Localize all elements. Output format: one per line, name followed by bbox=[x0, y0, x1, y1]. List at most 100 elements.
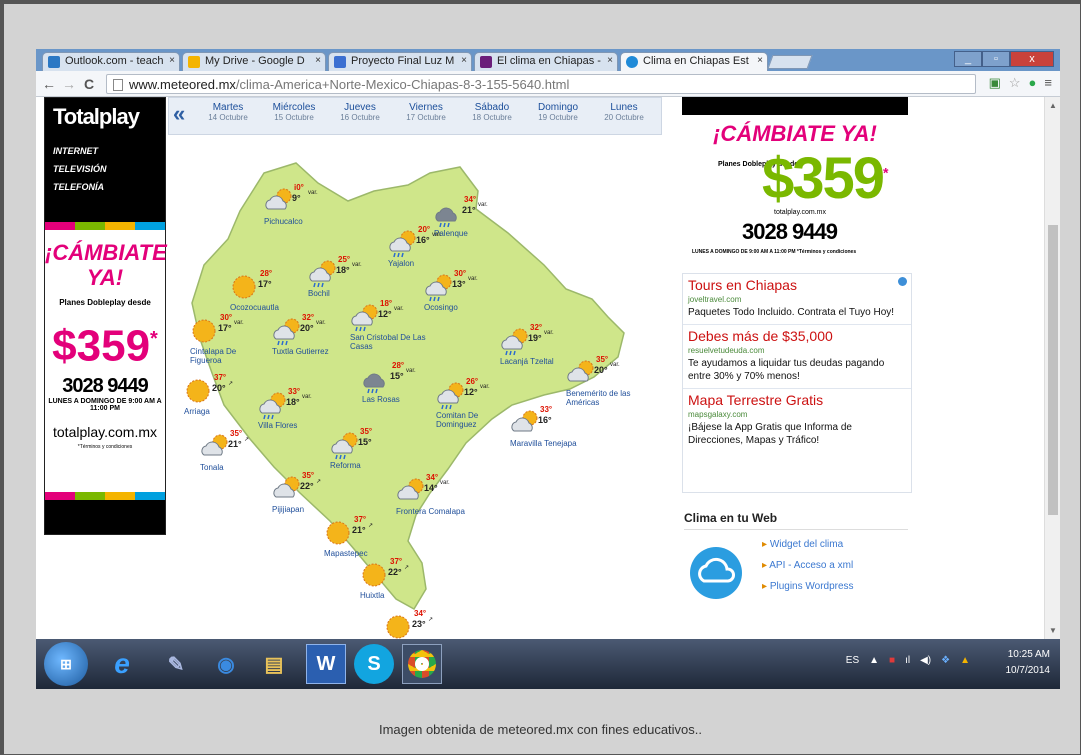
scroll-up-icon[interactable]: ▲ bbox=[1049, 101, 1057, 110]
city-name[interactable]: Tuxtla Gutierrez bbox=[272, 347, 348, 356]
city-name[interactable]: Maravilla Tenejapa bbox=[510, 439, 586, 448]
scroll-thumb[interactable] bbox=[1048, 225, 1058, 515]
file-explorer-icon[interactable]: ▤ bbox=[254, 644, 294, 684]
word-icon[interactable]: W bbox=[306, 644, 346, 684]
day-tab[interactable]: Sábado 18 Octubre bbox=[459, 102, 525, 122]
weather-station[interactable]: 35° 20° var. Benemérito de las Américas bbox=[564, 355, 644, 407]
tab-outlook[interactable]: Outlook.com - teach × bbox=[42, 52, 180, 71]
close-icon[interactable]: × bbox=[757, 55, 763, 66]
previous-days-icon[interactable]: « bbox=[173, 101, 185, 127]
scroll-down-icon[interactable]: ▼ bbox=[1049, 626, 1057, 635]
close-icon[interactable]: × bbox=[461, 55, 467, 66]
plugins-link[interactable]: Plugins Wordpress bbox=[762, 581, 854, 592]
city-name[interactable]: Frontera Comalapa bbox=[396, 507, 472, 516]
city-name[interactable]: Comitan De Dominguez bbox=[436, 411, 512, 429]
close-icon[interactable]: × bbox=[607, 55, 613, 66]
tab-clima-yahoo[interactable]: El clima en Chiapas - × bbox=[474, 52, 618, 71]
city-name[interactable]: Bochil bbox=[308, 289, 384, 298]
reload-button[interactable]: C bbox=[84, 76, 94, 92]
api-link[interactable]: API - Acceso a xml bbox=[762, 560, 854, 571]
weather-station[interactable]: 26° 12° var. Comitan De Dominguez bbox=[434, 377, 514, 429]
city-name[interactable]: Cintalapa De Figueroa bbox=[190, 347, 266, 365]
city-name[interactable]: Reforma bbox=[330, 461, 406, 470]
start-button[interactable]: ⊞ bbox=[44, 642, 88, 686]
vertical-scrollbar[interactable]: ▲ ▼ bbox=[1044, 97, 1060, 639]
tab-drive[interactable]: My Drive - Google D × bbox=[182, 52, 326, 71]
extension-icon[interactable]: ▣ bbox=[989, 75, 1001, 91]
dropbox-icon[interactable]: ❖ bbox=[941, 655, 950, 666]
bookmark-star-icon[interactable]: ☆ bbox=[1009, 75, 1021, 91]
evernote-icon[interactable]: ● bbox=[1029, 75, 1037, 91]
weather-station[interactable]: 34° 14° var. Frontera Comalapa bbox=[394, 473, 474, 525]
wind-indicator: ↗ bbox=[244, 437, 250, 443]
language-indicator[interactable]: ES bbox=[846, 655, 859, 666]
weather-station[interactable]: 34°23°↗Tapachula bbox=[382, 609, 462, 639]
weather-station[interactable]: 37° 20° ↗ Arriaga bbox=[182, 373, 262, 425]
text-ad[interactable]: Tours en Chiapas joveltravel.com Paquete… bbox=[683, 274, 911, 325]
internet-explorer-icon[interactable]: e bbox=[102, 644, 142, 684]
day-tab[interactable]: Domingo 19 Octubre bbox=[525, 102, 591, 122]
ad-title[interactable]: Debes más de $35,000 bbox=[688, 328, 906, 344]
weather-station[interactable]: 30° 13° var. Ocosingo bbox=[422, 269, 502, 321]
minimize-button[interactable]: _ bbox=[954, 51, 982, 67]
city-name[interactable]: Tonala bbox=[200, 463, 276, 472]
maximize-button[interactable]: ▫ bbox=[982, 51, 1010, 67]
city-name[interactable]: Arriaga bbox=[184, 407, 260, 416]
city-name[interactable]: Las Rosas bbox=[362, 395, 438, 404]
close-window-button[interactable]: x bbox=[1010, 51, 1054, 67]
min-temp: 12° bbox=[464, 387, 478, 397]
text-ad[interactable]: Debes más de $35,000 resuelvetudeuda.com… bbox=[683, 325, 911, 389]
clock[interactable]: 10:25 AM 10/7/2014 bbox=[1006, 647, 1051, 679]
media-center-icon[interactable]: ◉ bbox=[206, 644, 246, 684]
drive-sync-icon[interactable]: ▲ bbox=[960, 655, 970, 666]
weather-station[interactable]: 18° 12° var. San Cristobal De Las Casas bbox=[348, 299, 428, 351]
weather-station[interactable]: 37° 22° ↗ Huixtla bbox=[358, 557, 438, 609]
city-name[interactable]: Pichucalco bbox=[264, 217, 340, 226]
new-tab-button[interactable] bbox=[767, 55, 813, 69]
weather-station[interactable]: 30° 17° var. Cintalapa De Figueroa bbox=[188, 313, 268, 365]
weather-station[interactable]: 33° 16° Maravilla Tenejapa bbox=[508, 405, 588, 457]
weather-station[interactable]: 28° 15° var. Las Rosas bbox=[360, 361, 440, 413]
tab-clima-meteored[interactable]: Clima en Chiapas Est × bbox=[620, 52, 768, 71]
signal-icon[interactable]: ıl bbox=[905, 655, 910, 666]
ad-title[interactable]: Tours en Chiapas bbox=[688, 277, 906, 293]
city-name[interactable]: Ocosingo bbox=[424, 303, 500, 312]
volume-icon[interactable]: ◀) bbox=[920, 655, 931, 666]
rain-sun-icon bbox=[273, 318, 300, 346]
skype-icon[interactable]: S bbox=[354, 644, 394, 684]
paint-icon[interactable]: ✎ bbox=[156, 644, 196, 684]
max-temp: 34° bbox=[464, 195, 477, 204]
city-name[interactable]: San Cristobal De Las Casas bbox=[350, 333, 426, 351]
day-tab[interactable]: Viernes 17 Octubre bbox=[393, 102, 459, 122]
day-tab[interactable]: Jueves 16 Octubre bbox=[327, 102, 393, 122]
city-name[interactable]: Ocozocuautla bbox=[230, 303, 306, 312]
min-temp: 16° bbox=[538, 415, 552, 425]
ad-description: ¡Bájese la App Gratis que Informa de Dir… bbox=[688, 422, 852, 446]
day-tab[interactable]: Miércoles 15 Octubre bbox=[261, 102, 327, 122]
adchoices-icon[interactable] bbox=[898, 277, 907, 286]
url-bar[interactable]: www.meteored.mx/clima-America+Norte-Mexi… bbox=[106, 74, 976, 94]
city-name[interactable]: Yajalon bbox=[388, 259, 464, 268]
weather-station[interactable]: i0° 9° var. Pichucalco bbox=[262, 183, 342, 235]
widget-link[interactable]: Widget del clima bbox=[762, 539, 854, 550]
close-icon[interactable]: × bbox=[315, 55, 321, 66]
ad-title[interactable]: Mapa Terrestre Gratis bbox=[688, 392, 906, 408]
antivirus-icon[interactable]: ■ bbox=[889, 655, 895, 666]
back-button[interactable]: ← bbox=[42, 76, 56, 92]
text-ad[interactable]: Mapa Terrestre Gratis mapsgalaxy.com ¡Bá… bbox=[683, 389, 911, 452]
city-name[interactable]: Huixtla bbox=[360, 591, 436, 600]
tab-proyecto[interactable]: Proyecto Final Luz M × bbox=[328, 52, 472, 71]
min-temp: 17° bbox=[258, 279, 272, 289]
day-tab[interactable]: Martes 14 Octubre bbox=[195, 102, 261, 122]
close-icon[interactable]: × bbox=[169, 55, 175, 66]
chrome-icon[interactable] bbox=[402, 644, 442, 684]
menu-icon[interactable]: ≡ bbox=[1044, 75, 1052, 91]
ad-totalplay-right[interactable]: ¡CÁMBIATE YA! Planes Dobleplay desde $35… bbox=[682, 97, 908, 267]
city-name[interactable]: Pijijiapan bbox=[272, 505, 348, 514]
tray-expand-icon[interactable]: ▲ bbox=[869, 655, 879, 666]
day-tab[interactable]: Lunes 20 Octubre bbox=[591, 102, 657, 122]
weather-station[interactable]: 32° 20° var. Tuxtla Gutierrez bbox=[270, 313, 350, 365]
forward-button[interactable]: → bbox=[62, 76, 76, 92]
ad-totalplay-left[interactable]: Totalplay INTERNET TELEVISIÓN TELEFONÍA … bbox=[44, 97, 167, 535]
weather-station[interactable]: 35° 21° ↗ Tonala bbox=[198, 429, 278, 481]
